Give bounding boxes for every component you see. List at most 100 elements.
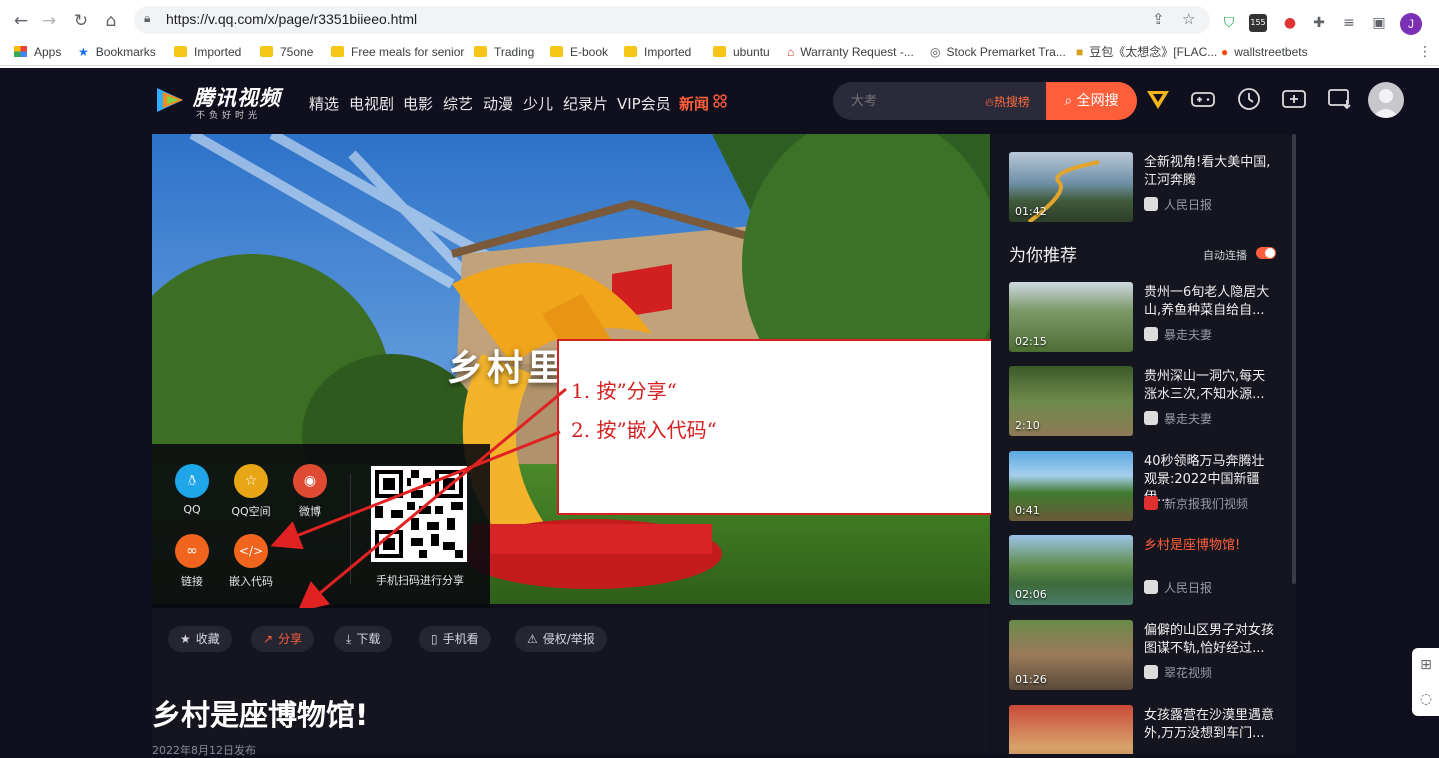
share-link[interactable]: ∞ 链接 [162,534,222,589]
bookmark-warranty[interactable]: ⌂ Warranty Request -... [787,43,914,61]
share-embed-label: 嵌入代码 [229,575,273,588]
video-info: 乡村是座博物馆! 2022年8月12日发布 [152,672,990,757]
search-button[interactable]: ⌕ 全网搜 [1046,82,1137,120]
video-thumbnail[interactable]: 02:06 [1009,535,1133,605]
rec-title[interactable]: 偏僻的山区男子对女孩图谋不轨,恰好经过... [1144,622,1274,658]
rec-title[interactable]: 女孩露营在沙漠里遇意外,万万没想到车门... [1144,707,1274,743]
bookmark-ubuntu[interactable]: ubuntu [713,43,770,61]
user-avatar[interactable] [1368,82,1404,118]
bookmark-bookmarks[interactable]: ★ Bookmarks [78,43,156,61]
star-icon: ★ [180,632,191,646]
nav-tv[interactable]: 电视剧 [349,93,394,114]
extension-shield-icon[interactable]: ⛉ [1220,14,1238,32]
nav-variety[interactable]: 综艺 [443,93,473,114]
nav-news[interactable]: 新闻 [679,93,709,114]
list-item[interactable]: 02:15 贵州一6旬老人隐居大山,养鱼种菜自给自... 暴走夫妻 [1009,282,1279,352]
upload-video-icon[interactable] [1281,86,1307,112]
autoplay-toggle[interactable] [1256,247,1276,259]
bookmark-75one[interactable]: 75one [260,43,313,61]
video-thumbnail[interactable]: 01:26 [1009,620,1133,690]
video-thumbnail[interactable]: 2:10 [1009,366,1133,436]
share-qq[interactable]: 🐧︎ QQ [162,464,222,516]
duration-label: 02:15 [1015,335,1047,348]
report-button[interactable]: ⚠ 侵权/举报 [515,626,607,652]
lock-icon: 🔒︎ [144,11,151,25]
back-icon[interactable]: ← [10,10,32,32]
bookmarks-bar: Apps ★ Bookmarks Imported 75one Free meal… [0,38,1439,66]
rec-title[interactable]: 贵州深山一洞穴,每天涨水三次,不知水源... [1144,368,1274,404]
list-item[interactable]: 女孩露营在沙漠里遇意外,万万没想到车门... [1009,705,1279,754]
gamepad-icon[interactable] [1190,86,1216,112]
nav-anime[interactable]: 动漫 [483,93,513,114]
rec-title-current[interactable]: 乡村是座博物馆! [1144,537,1274,555]
share-button[interactable]: ↗ 分享 [251,626,315,652]
autoplay-label: 自动连播 [1203,249,1247,262]
forward-icon[interactable]: → [38,10,60,32]
bookmark-trading[interactable]: Trading [474,43,534,61]
reload-icon[interactable]: ↻ [70,10,92,32]
share-weibo[interactable]: ◉ 微博 [280,464,340,519]
video-thumbnail[interactable]: 0:41 [1009,451,1133,521]
video-thumbnail[interactable] [1009,705,1133,754]
source-avatar-icon [1144,327,1158,341]
bookmark-ebook[interactable]: E-book [550,43,608,61]
share-embed-code[interactable]: </> 嵌入代码 [221,534,281,589]
bookmark-wallstreetbets[interactable]: ● wallstreetbets [1221,43,1308,61]
bookmark-free-meals[interactable]: Free meals for senior [331,43,464,61]
video-caption-text: 乡村里 [447,348,568,389]
reading-list-icon[interactable]: ≡ [1340,14,1358,32]
bookmark-star-icon[interactable]: ☆ [1182,10,1195,28]
side-panel-icon[interactable]: ▣ [1370,14,1388,32]
list-item[interactable]: 01:26 偏僻的山区男子对女孩图谋不轨,恰好经过... 翠花视频 [1009,620,1279,690]
extensions-puzzle-icon[interactable]: ✚ [1310,14,1328,32]
flame-icon: 🔥︎ [985,95,994,109]
vip-crown-icon[interactable] [1145,86,1171,112]
bookmarks-overflow-icon[interactable]: ⋮ [1418,44,1432,60]
duration-label: 02:06 [1015,588,1047,601]
nav-jingxuan[interactable]: 精选 [309,93,339,114]
client-download-icon[interactable] [1327,86,1353,112]
rec-source[interactable]: 暴走夫妻 [1144,410,1212,427]
sidebar-scrollbar[interactable] [1292,134,1296,584]
home-icon[interactable]: ⌂ [100,10,122,32]
rec-source[interactable]: 翠花视频 [1144,664,1212,681]
share-qzone[interactable]: ☆ QQ空间 [221,464,281,519]
bookmark-imported-2[interactable]: Imported [624,43,691,61]
gift-icon[interactable]: ⊞ [1417,656,1435,674]
history-clock-icon[interactable] [1236,86,1262,112]
tencent-video-logo-icon[interactable] [153,84,189,116]
list-item[interactable]: 0:41 40秒领略万马奔腾壮观景:2022中国新疆伊... 新京报我们视频 [1009,451,1279,521]
video-thumbnail[interactable]: 01:42 [1009,152,1133,222]
nav-vip[interactable]: VIP会员 [617,93,671,114]
list-item[interactable]: 02:06 乡村是座博物馆! 人民日报 [1009,535,1279,605]
hot-search-link[interactable]: 🔥︎热搜榜 [985,93,1030,110]
nav-kids[interactable]: 少儿 [523,93,553,114]
share-page-icon[interactable]: ⇪ [1152,10,1165,28]
rec-title[interactable]: 全新视角!看大美中国,江河奔腾 [1144,154,1274,190]
profile-avatar[interactable]: J [1400,13,1422,35]
nav-movie[interactable]: 电影 [403,93,433,114]
nav-documentary[interactable]: 纪录片 [563,93,608,114]
extension-calendar-icon[interactable]: 155 [1249,14,1267,32]
watch-on-phone-button[interactable]: ▯ 手机看 [419,626,491,652]
favorite-button[interactable]: ★ 收藏 [168,626,232,652]
bookmark-douban[interactable]: ■ 豆包《太想念》[FLAC... [1076,43,1217,61]
list-item[interactable]: 2:10 贵州深山一洞穴,每天涨水三次,不知水源... 暴走夫妻 [1009,366,1279,436]
rec-source[interactable]: 暴走夫妻 [1144,326,1212,343]
rec-source[interactable]: 人民日报 [1144,196,1212,213]
grid-dots-icon[interactable] [713,94,727,108]
bookmark-apps[interactable]: Apps [14,43,61,61]
bookmark-imported[interactable]: Imported [174,43,241,61]
address-bar[interactable]: 🔒︎ https://v.qq.com/x/page/r3351biieeo.h… [134,6,1210,34]
rec-source[interactable]: 新京报我们视频 [1144,495,1248,512]
search-input[interactable] [851,92,981,110]
rec-source[interactable]: 人民日报 [1144,579,1212,596]
rec-title[interactable]: 贵州一6旬老人隐居大山,养鱼种菜自给自... [1144,284,1274,320]
extension-color-icon[interactable]: ● [1281,14,1299,32]
bookmark-stock[interactable]: ◎ Stock Premarket Tra... [930,43,1066,61]
share-qzone-label: QQ空间 [231,505,271,518]
download-button[interactable]: ⤓ 下载 [334,626,393,652]
list-item[interactable]: 01:42 全新视角!看大美中国,江河奔腾 人民日报 [1009,152,1279,222]
video-thumbnail[interactable]: 02:15 [1009,282,1133,352]
feedback-chat-icon[interactable]: ◌ [1417,690,1435,708]
